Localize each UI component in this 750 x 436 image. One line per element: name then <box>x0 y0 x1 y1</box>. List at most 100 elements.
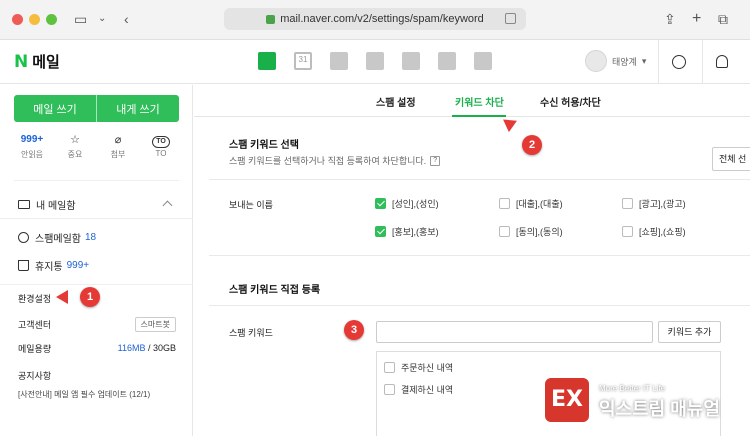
sender-name-label: 보내는 이름 <box>229 200 273 210</box>
contacts-app-icon[interactable] <box>366 52 384 70</box>
memo-app-icon[interactable] <box>474 52 492 70</box>
calendar-app-icon[interactable]: 31 <box>294 52 312 70</box>
watermark-logo: EX <box>545 378 589 422</box>
cloud-app-icon[interactable] <box>438 52 456 70</box>
settings-label: 환경설정 <box>18 293 52 304</box>
add-keyword-button[interactable]: 키워드 추가 <box>658 321 721 343</box>
browser-toolbar: ▭ ⌄ ‹ mail.naver.com/v2/settings/spam/ke… <box>0 0 750 40</box>
notice-label[interactable]: 공지사항 <box>18 369 51 382</box>
tab-allow-block[interactable]: 수신 허용/차단 <box>540 94 601 109</box>
my-mailbox-label: 내 메일함 <box>36 201 76 212</box>
keyword-label: [홍보],(홍보) <box>392 227 439 237</box>
write-to-self-button[interactable]: 내게 쓰기 <box>96 95 179 122</box>
unread-label: 안읽음 <box>20 150 44 159</box>
back-icon[interactable]: ‹ <box>124 10 129 28</box>
maximize-window-button[interactable] <box>46 14 57 25</box>
checkbox-unchecked[interactable] <box>622 198 633 209</box>
settings-tabs: 스팸 설정 키워드 차단 수신 허용/차단 <box>194 85 750 117</box>
list-item[interactable]: 결제하신 내역 <box>384 383 453 396</box>
new-tab-icon[interactable]: + <box>692 10 701 28</box>
notice-row: 공지사항 <box>18 366 176 384</box>
checkbox-checked[interactable] <box>375 226 386 237</box>
attachment-label: 첨부 <box>110 150 126 159</box>
storage-total: / 30GB <box>147 343 176 353</box>
notification-button[interactable] <box>712 52 732 72</box>
unread-count: 999+ <box>20 134 44 145</box>
ban-icon <box>18 231 29 243</box>
sidebar-item-trash[interactable]: 휴지통 999+ <box>0 254 193 276</box>
storage-used: 116MB <box>117 343 146 353</box>
annotation-marker-3: 3 <box>344 320 364 340</box>
sidebar-toggle-icon[interactable]: ▭ <box>74 10 87 28</box>
select-all-button[interactable]: 전체 선 <box>712 147 750 171</box>
profile-menu[interactable]: 태양계 ▾ <box>585 50 646 72</box>
spam-count: 18 <box>85 231 97 243</box>
naver-mail-logo[interactable]: N 메일 <box>14 51 60 72</box>
keyword-label: [대출],(대출) <box>516 199 563 209</box>
divider <box>209 179 750 180</box>
support-row: 고객센터 스마트봇 <box>18 315 176 333</box>
profile-name: 태양계 <box>612 56 637 67</box>
minimize-window-button[interactable] <box>29 14 40 25</box>
notice-text[interactable]: [사전안내] 메일 앱 필수 업데이트 (12/1) <box>18 389 150 400</box>
chat-button[interactable] <box>669 52 689 72</box>
to-label: TO <box>155 149 167 158</box>
photo-app-icon[interactable] <box>330 52 348 70</box>
important-filter[interactable]: ☆ 중요 <box>57 133 93 160</box>
todo-app-icon[interactable] <box>402 52 420 70</box>
smart-bot-button[interactable]: 스마트봇 <box>134 316 176 332</box>
header-divider <box>702 40 703 84</box>
tab-spam-settings[interactable]: 스팸 설정 <box>376 94 416 109</box>
keyword-checkbox[interactable]: [광고],(광고) <box>622 197 686 210</box>
keyword-checkbox[interactable]: [성인],(성인) <box>375 197 439 210</box>
checkbox-unchecked[interactable] <box>384 362 395 373</box>
paperclip-icon: ⌀ <box>114 134 122 146</box>
app-header: N 메일 31 태양계 ▾ <box>0 40 750 84</box>
active-tab-indicator <box>452 115 506 117</box>
header-divider <box>658 40 659 84</box>
keyword-label: [쇼핑],(쇼핑) <box>639 227 686 237</box>
logo-letter: N <box>14 51 29 72</box>
bell-icon <box>716 55 728 68</box>
attachment-filter[interactable]: ⌀ 첨부 <box>100 133 136 160</box>
share-icon[interactable]: ⇪ <box>664 10 676 28</box>
sidebar: 메일 쓰기 내게 쓰기 999+ 안읽음 ☆ 중요 ⌀ 첨부 TO TO 내 메… <box>0 85 193 436</box>
spam-keyword-input[interactable] <box>376 321 653 343</box>
sidebar-item-spam[interactable]: 스팸메일함 18 <box>0 226 193 248</box>
chevron-down-icon[interactable]: ⌄ <box>98 10 106 28</box>
divider <box>209 255 750 256</box>
tab-overview-icon[interactable]: ⧉ <box>718 10 728 28</box>
checkbox-unchecked[interactable] <box>499 198 510 209</box>
checkbox-unchecked[interactable] <box>384 384 395 395</box>
keyword-checkbox[interactable]: [쇼핑],(쇼핑) <box>622 225 686 238</box>
annotation-marker-2: 2 <box>522 135 542 155</box>
section-title-keyword-register: 스팸 키워드 직접 등록 <box>229 285 321 296</box>
trash-count: 999+ <box>66 259 90 271</box>
section-desc-text: 스팸 키워드를 선택하거나 직접 등록하여 차단합니다. <box>229 156 427 166</box>
checkbox-unchecked[interactable] <box>622 226 633 237</box>
watermark: EX More Better IT Life 익스트림 매뉴얼 <box>545 376 745 426</box>
chevron-up-icon[interactable] <box>162 200 173 211</box>
quick-filters: 999+ 안읽음 ☆ 중요 ⌀ 첨부 TO TO <box>14 133 179 160</box>
keyword-checkbox[interactable]: [동의],(동의) <box>499 225 563 238</box>
close-window-button[interactable] <box>12 14 23 25</box>
annotation-marker-1: 1 <box>80 287 100 307</box>
address-bar[interactable]: mail.naver.com/v2/settings/spam/keyword <box>224 8 526 30</box>
mail-app-icon[interactable] <box>258 52 276 70</box>
help-icon[interactable]: ? <box>430 155 441 166</box>
storage-row: 메일용량 116MB / 30GB <box>18 339 176 357</box>
list-item[interactable]: 주문하신 내역 <box>384 361 453 374</box>
tab-keyword-block[interactable]: 키워드 차단 <box>455 94 504 109</box>
keyword-checkbox[interactable]: [홍보],(홍보) <box>375 225 439 238</box>
checkbox-unchecked[interactable] <box>499 226 510 237</box>
keyword-checkbox[interactable]: [대출],(대출) <box>499 197 563 210</box>
reader-icon[interactable] <box>505 13 516 24</box>
checkbox-checked[interactable] <box>375 198 386 209</box>
unread-filter[interactable]: 999+ 안읽음 <box>14 133 50 160</box>
write-mail-button[interactable]: 메일 쓰기 <box>14 95 96 122</box>
support-link[interactable]: 고객센터 <box>18 318 51 331</box>
my-mailbox-toggle[interactable]: 내 메일함 <box>0 191 193 219</box>
to-filter[interactable]: TO TO <box>143 133 179 160</box>
avatar <box>585 50 607 72</box>
list-item-label: 주문하신 내역 <box>401 363 454 373</box>
